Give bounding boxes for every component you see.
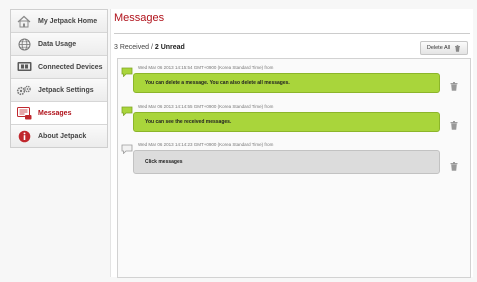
message-list: Wed Mar 06 2013 14:15:54 GMT+0900 (Korea… — [117, 58, 471, 278]
message-bubble[interactable]: Click messages — [133, 150, 440, 174]
trash-icon — [454, 39, 461, 57]
app-frame: My Jetpack Home Data Usage Connected Dev… — [0, 0, 477, 282]
home-icon — [16, 14, 32, 28]
page-title: Messages — [114, 12, 165, 24]
message-timestamp: Wed Mar 06 2013 14:14:55 GMT+0900 (Korea… — [138, 104, 274, 109]
devices-icon — [16, 60, 32, 74]
message-timestamp: Wed Mar 06 2013 14:15:54 GMT+0900 (Korea… — [138, 65, 274, 70]
unread-message-icon — [121, 64, 133, 82]
sidebar-item-label: Messages — [38, 109, 72, 117]
delete-all-button[interactable]: Delete All — [420, 41, 468, 55]
unread-message-icon — [121, 103, 133, 121]
message-counts: 3 Received / 2 Unread — [114, 44, 185, 51]
sidebar-item-label: About Jetpack — [38, 132, 87, 140]
sidebar: My Jetpack Home Data Usage Connected Dev… — [10, 9, 108, 148]
message-bubble[interactable]: You can delete a message. You can also d… — [133, 73, 440, 93]
globe-icon — [16, 37, 32, 51]
messages-icon — [16, 106, 32, 120]
sidebar-item-data-usage[interactable]: Data Usage — [11, 33, 107, 56]
trash-icon[interactable] — [450, 158, 458, 176]
message-text: You can delete a message. You can also d… — [145, 80, 290, 86]
sidebar-item-label: My Jetpack Home — [38, 17, 98, 25]
sidebar-item-messages[interactable]: Messages — [11, 102, 107, 125]
sidebar-item-connected-devices[interactable]: Connected Devices — [11, 56, 107, 79]
read-message-icon — [121, 141, 133, 159]
trash-icon[interactable] — [450, 78, 458, 96]
sidebar-item-my-jetpack-home[interactable]: My Jetpack Home — [11, 10, 107, 33]
sidebar-item-about-jetpack[interactable]: About Jetpack — [11, 125, 107, 147]
sidebar-item-jetpack-settings[interactable]: Jetpack Settings — [11, 79, 107, 102]
message-text: Click messages — [145, 159, 183, 165]
sidebar-item-label: Connected Devices — [38, 63, 103, 71]
sidebar-item-label: Jetpack Settings — [38, 86, 94, 94]
received-count: 3 Received — [114, 44, 150, 51]
sidebar-item-label: Data Usage — [38, 40, 77, 48]
message-timestamp: Wed Mar 06 2013 14:14:23 GMT+0900 (Korea… — [138, 142, 274, 147]
message-bubble[interactable]: You can see the received messages. — [133, 112, 440, 132]
unread-count: 2 Unread — [154, 44, 185, 51]
message-text: You can see the received messages. — [145, 119, 232, 125]
title-divider — [114, 33, 470, 34]
info-icon — [16, 129, 32, 143]
main-panel: Messages 3 Received / 2 Unread Delete Al… — [110, 9, 473, 278]
trash-icon[interactable] — [450, 117, 458, 135]
gears-icon — [16, 83, 32, 97]
delete-all-label: Delete All — [426, 45, 451, 51]
